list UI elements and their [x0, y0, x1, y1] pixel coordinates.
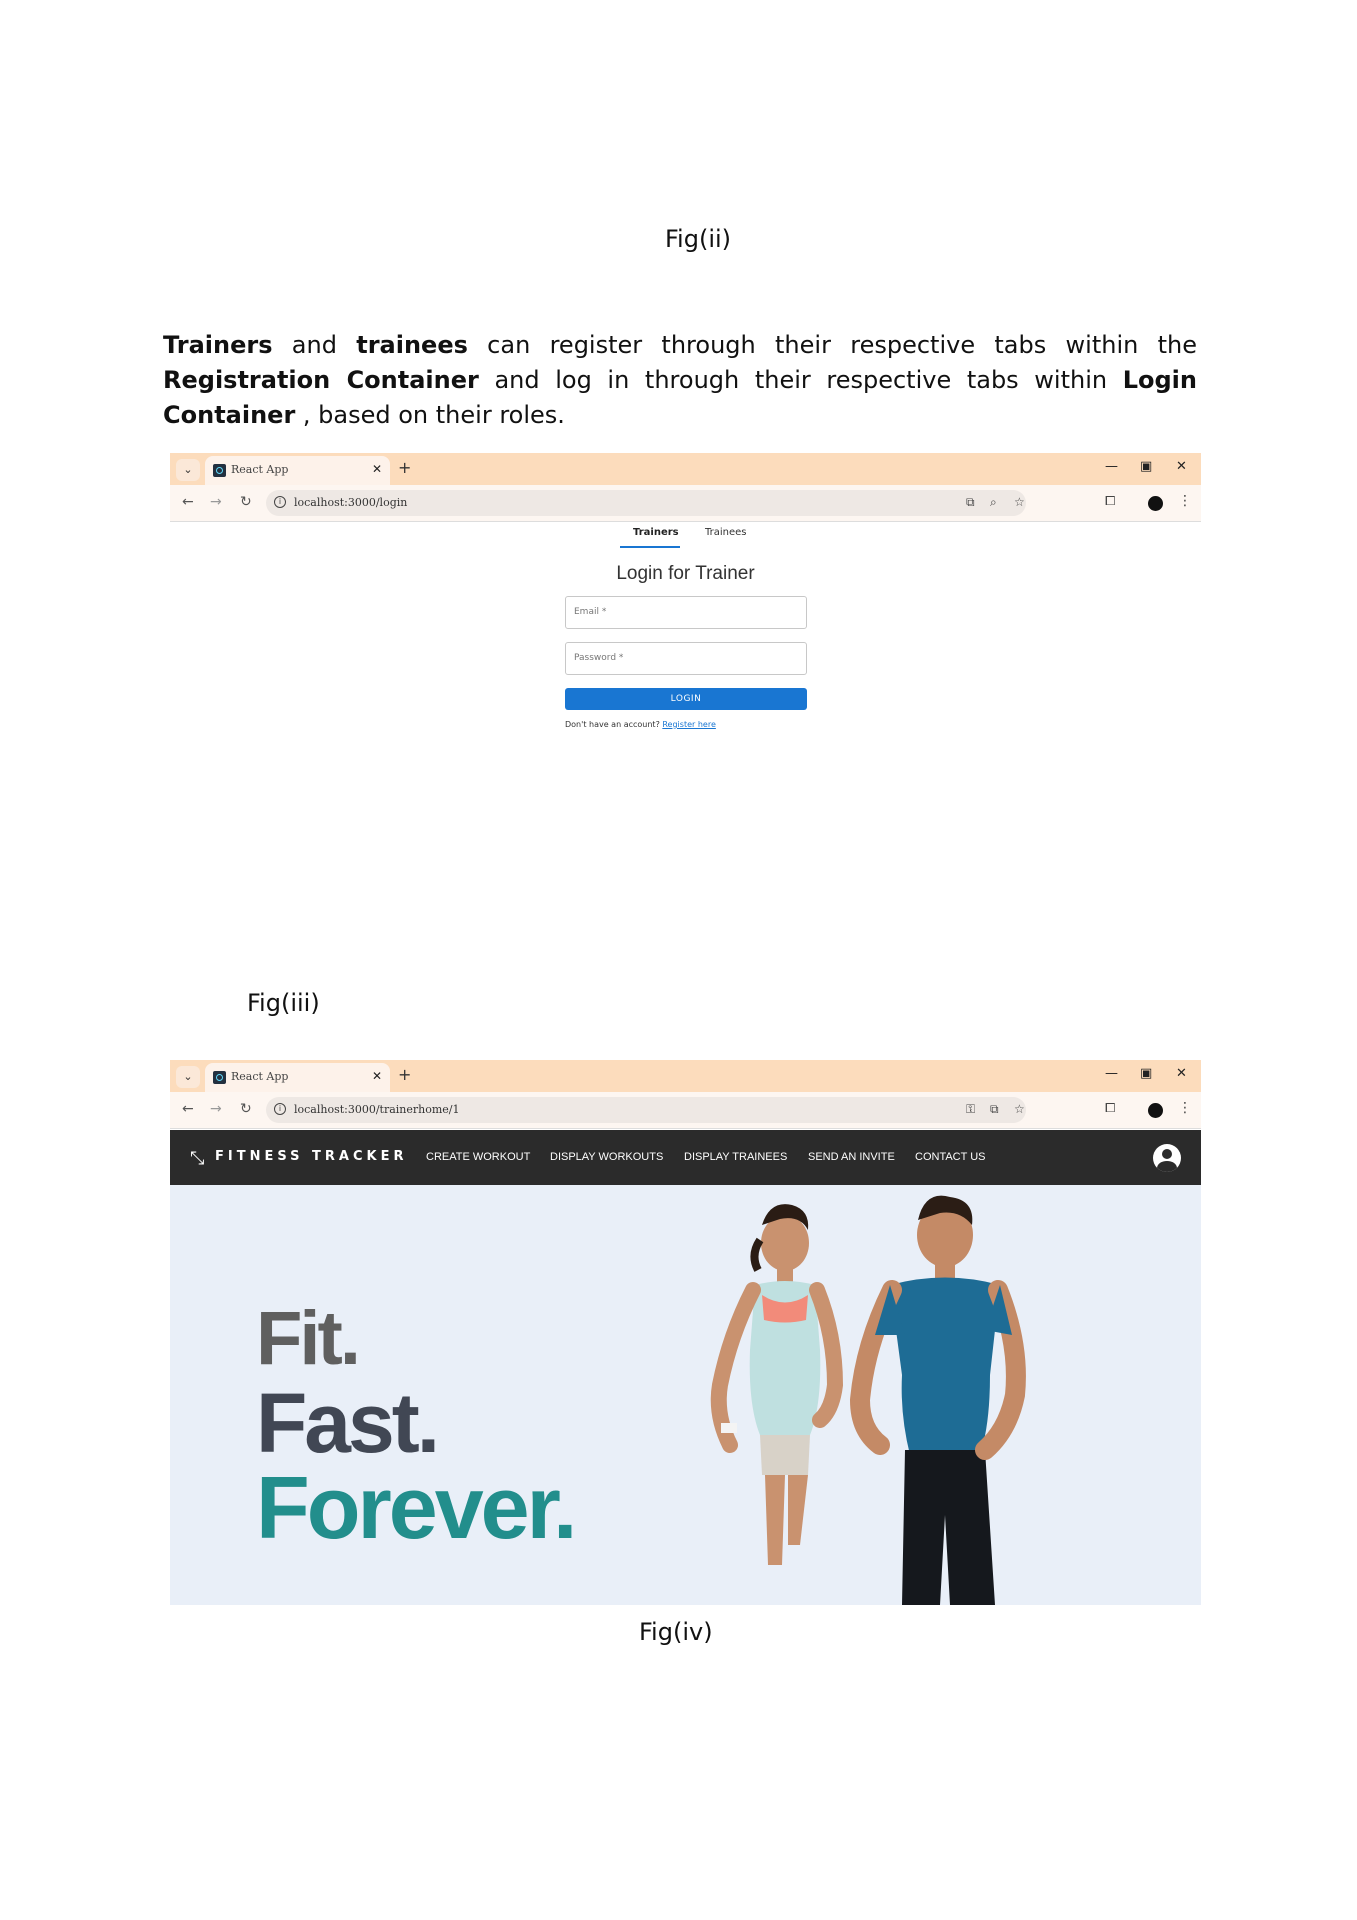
url-input[interactable]: i localhost:3000/login ⧉ ⌕ ☆	[266, 490, 1026, 516]
figure-caption-iv: Fig(iv)	[639, 1618, 713, 1646]
text-run: , based on their roles.	[295, 401, 565, 429]
slogan-line-3: Forever.	[256, 1458, 577, 1557]
tab-strip: ⌄ React App ✕ + — ▣ ✕	[170, 453, 1201, 485]
login-title: Login for Trainer	[616, 563, 755, 584]
restore-icon[interactable]: ▣	[1140, 1066, 1152, 1081]
runners-photo	[710, 1195, 1026, 1605]
register-prompt-text: Don't have an account?	[565, 720, 663, 729]
tab-trainers[interactable]: Trainers	[633, 527, 679, 538]
cast-icon[interactable]: ⧉	[966, 495, 975, 510]
profile-icon[interactable]	[1148, 1103, 1163, 1118]
tab-strip: ⌄ React App ✕ + — ▣ ✕	[170, 1060, 1201, 1092]
reload-icon[interactable]: ↻	[240, 494, 252, 510]
restore-icon[interactable]: ▣	[1140, 459, 1152, 474]
profile-icon[interactable]	[1148, 496, 1163, 511]
login-button[interactable]: LOGIN	[565, 688, 807, 710]
close-window-icon[interactable]: ✕	[1176, 1066, 1187, 1081]
hero-banner: Fit. Fast. Forever.	[170, 1185, 1201, 1605]
figure-caption-iii: Fig(iii)	[247, 989, 320, 1017]
url-text: localhost:3000/login	[294, 496, 408, 509]
address-bar: ← → ↻ i localhost:3000/trainerhome/1 ⚿ ⧉…	[170, 1092, 1201, 1129]
star-icon[interactable]: ☆	[1014, 1102, 1025, 1116]
tab-title: React App	[231, 463, 289, 476]
term-trainees: trainees	[356, 331, 468, 359]
address-bar: ← → ↻ i localhost:3000/login ⧉ ⌕ ☆ ⧠ ⋮	[170, 485, 1201, 522]
body-paragraph: Trainers and trainees can register throu…	[163, 328, 1197, 433]
menu-dots-icon[interactable]: ⋮	[1178, 493, 1192, 509]
password-label: Password *	[574, 653, 624, 663]
plus-icon[interactable]: +	[398, 1065, 411, 1084]
nav-send-invite[interactable]: SEND AN INVITE	[808, 1151, 895, 1163]
register-prompt: Don't have an account? Register here	[565, 720, 716, 729]
tab-title: React App	[231, 1070, 289, 1083]
slogan-line-1: Fit.	[256, 1296, 361, 1381]
plus-icon[interactable]: +	[398, 458, 411, 477]
logo-icon: ⤡	[190, 1148, 205, 1169]
extensions-icon[interactable]: ⧠	[1105, 1101, 1115, 1116]
register-link[interactable]: Register here	[662, 720, 716, 729]
figure-caption-ii: Fig(ii)	[665, 225, 732, 253]
close-icon[interactable]: ✕	[372, 462, 382, 476]
minimize-icon[interactable]: —	[1105, 1066, 1118, 1081]
man-runner-figure	[849, 1195, 1026, 1605]
reload-icon[interactable]: ↻	[240, 1101, 252, 1117]
active-tab-indicator	[620, 546, 680, 548]
back-icon[interactable]: ←	[182, 494, 194, 510]
password-field[interactable]: Password *	[565, 642, 807, 675]
account-icon[interactable]	[1153, 1144, 1181, 1172]
email-field[interactable]: Email *	[565, 596, 807, 629]
nav-display-trainees[interactable]: DISPLAY TRAINEES	[684, 1151, 787, 1163]
brand-name[interactable]: FITNESS TRACKER	[215, 1149, 407, 1164]
nav-display-workouts[interactable]: DISPLAY WORKOUTS	[550, 1151, 663, 1163]
react-favicon-icon	[213, 1071, 226, 1084]
close-window-icon[interactable]: ✕	[1176, 459, 1187, 474]
nav-create-workout[interactable]: CREATE WORKOUT	[426, 1151, 530, 1163]
info-icon[interactable]: i	[274, 1103, 286, 1115]
app-navbar: ⤡ FITNESS TRACKER CREATE WORKOUT DISPLAY…	[170, 1130, 1201, 1185]
close-icon[interactable]: ✕	[372, 1069, 382, 1083]
url-text: localhost:3000/trainerhome/1	[294, 1103, 460, 1116]
back-icon[interactable]: ←	[182, 1101, 194, 1117]
browser-tab[interactable]: React App ✕	[205, 456, 390, 485]
extensions-icon[interactable]: ⧠	[1105, 494, 1115, 509]
forward-icon[interactable]: →	[210, 1101, 222, 1117]
react-favicon-icon	[213, 464, 226, 477]
trainer-home-browser-screenshot: ⌄ React App ✕ + — ▣ ✕ ← → ↻ i localhost:…	[170, 1060, 1201, 1605]
chevron-down-icon[interactable]: ⌄	[176, 1066, 200, 1088]
minimize-icon[interactable]: —	[1105, 459, 1118, 474]
nav-contact-us[interactable]: CONTACT US	[915, 1151, 986, 1163]
zoom-icon[interactable]: ⌕	[990, 495, 997, 510]
info-icon[interactable]: i	[274, 496, 286, 508]
login-browser-screenshot: ⌄ React App ✕ + — ▣ ✕ ← → ↻ i localhost:…	[170, 453, 1201, 750]
term-registration-container: Registration Container	[163, 366, 479, 394]
tab-trainees[interactable]: Trainees	[705, 527, 747, 538]
forward-icon[interactable]: →	[210, 494, 222, 510]
url-input[interactable]: i localhost:3000/trainerhome/1 ⚿ ⧉ ☆	[266, 1097, 1026, 1123]
key-icon[interactable]: ⚿	[966, 1102, 975, 1117]
cast-icon[interactable]: ⧉	[990, 1102, 999, 1117]
woman-runner-figure	[710, 1204, 844, 1565]
email-label: Email *	[574, 607, 607, 617]
chevron-down-icon[interactable]: ⌄	[176, 459, 200, 481]
text-run: and	[272, 331, 357, 359]
text-run: can register through their respective ta…	[467, 331, 1198, 359]
term-trainers: Trainers	[163, 331, 273, 359]
star-icon[interactable]: ☆	[1014, 495, 1025, 509]
browser-tab[interactable]: React App ✕	[205, 1063, 390, 1092]
text-run: and log in through their respective tabs…	[478, 366, 1123, 394]
menu-dots-icon[interactable]: ⋮	[1178, 1100, 1192, 1116]
